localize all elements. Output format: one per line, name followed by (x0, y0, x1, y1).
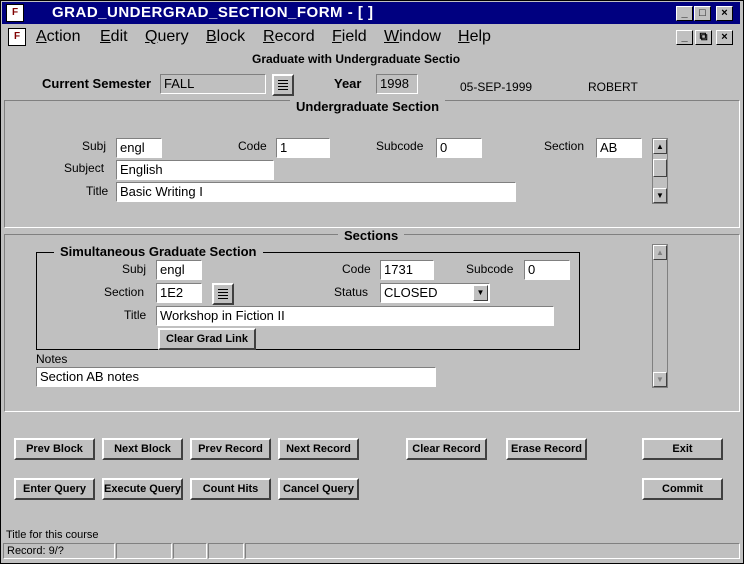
menu-edit[interactable]: Edit (100, 28, 128, 46)
current-semester-field[interactable]: FALL (160, 74, 266, 94)
current-semester-label: Current Semester (42, 76, 152, 91)
doc-close-button[interactable]: × (716, 30, 733, 45)
ug-subcode-label: Subcode (376, 139, 424, 153)
section-list-button[interactable] (212, 283, 234, 305)
scroll-up-arrow-icon[interactable]: ▲ (653, 245, 667, 260)
gr-subj-label: Subj (122, 262, 147, 276)
exit-button[interactable]: Exit (642, 438, 723, 460)
status-cell-4 (208, 543, 244, 559)
execute-query-button[interactable]: Execute Query (102, 478, 183, 500)
semester-list-button[interactable] (272, 74, 294, 96)
doc-restore-button[interactable]: ⧉ (695, 30, 712, 45)
scroll-down-arrow-icon[interactable]: ▼ (653, 372, 667, 387)
menu-query[interactable]: Query (145, 28, 189, 46)
ug-subject-label: Subject (64, 161, 105, 175)
status-cell-5 (245, 543, 740, 559)
scroll-thumb[interactable] (653, 159, 667, 177)
cancel-query-button[interactable]: Cancel Query (278, 478, 359, 500)
commit-button[interactable]: Commit (642, 478, 723, 500)
next-block-button[interactable]: Next Block (102, 438, 183, 460)
gr-title-label: Title (124, 308, 147, 322)
ug-subj-label: Subj (82, 139, 107, 153)
gr-section-label: Section (104, 285, 145, 299)
next-record-button[interactable]: Next Record (278, 438, 359, 460)
menu-record[interactable]: Record (263, 28, 315, 46)
status-record: Record: 9/? (3, 543, 115, 559)
status-cell-3 (173, 543, 207, 559)
sections-scrollbar[interactable]: ▲ ▼ (652, 244, 668, 388)
menu-field[interactable]: Field (332, 28, 367, 46)
clear-record-button[interactable]: Clear Record (406, 438, 487, 460)
menu-block[interactable]: Block (206, 28, 245, 46)
gr-subcode-label: Subcode (466, 262, 514, 276)
ug-title-field[interactable]: Basic Writing I (116, 182, 516, 202)
title-bar: F GRAD_UNDERGRAD_SECTION_FORM - [ ] _ □ … (2, 2, 740, 24)
gr-code-label: Code (342, 262, 371, 276)
gr-section-field[interactable]: 1E2 (156, 283, 202, 303)
gr-title-field[interactable]: Workshop in Fiction II (156, 306, 554, 326)
ug-subj-field[interactable]: engl (116, 138, 162, 158)
ug-code-label: Code (238, 139, 267, 153)
chevron-down-icon[interactable]: ▼ (473, 285, 488, 301)
prev-block-button[interactable]: Prev Block (14, 438, 95, 460)
notes-label: Notes (36, 352, 68, 366)
clear-grad-link-button[interactable]: Clear Grad Link (158, 328, 256, 350)
minimize-button[interactable]: _ (676, 6, 693, 21)
status-cell-2 (116, 543, 172, 559)
prev-record-button[interactable]: Prev Record (190, 438, 271, 460)
enter-query-button[interactable]: Enter Query (14, 478, 95, 500)
menu-window[interactable]: Window (384, 28, 441, 46)
year-field[interactable]: 1998 (376, 74, 418, 94)
doc-minimize-button[interactable]: _ (676, 30, 693, 45)
gr-subcode-field[interactable]: 0 (524, 260, 570, 280)
undergrad-record-scrollbar[interactable]: ▲ ▼ (652, 138, 668, 204)
undergraduate-section-panel (4, 100, 740, 228)
gr-code-field[interactable]: 1731 (380, 260, 434, 280)
ug-section-label: Section (544, 139, 585, 153)
gr-subj-field[interactable]: engl (156, 260, 202, 280)
current-user: ROBERT (588, 80, 638, 94)
year-label: Year (334, 76, 362, 91)
menu-bar: F Action Edit Query Block Record Field W… (2, 26, 740, 48)
sections-header: Sections (338, 228, 405, 243)
ug-section-field[interactable]: AB (596, 138, 642, 158)
undergraduate-section-header: Undergraduate Section (290, 99, 446, 114)
status-hint: Title for this course (6, 529, 99, 541)
gr-status-label: Status (334, 285, 369, 299)
scroll-up-arrow-icon[interactable]: ▲ (653, 139, 667, 154)
oracle-forms-icon[interactable]: F (6, 4, 24, 22)
erase-record-button[interactable]: Erase Record (506, 438, 587, 460)
scroll-down-arrow-icon[interactable]: ▼ (653, 188, 667, 203)
count-hits-button[interactable]: Count Hits (190, 478, 271, 500)
menu-help[interactable]: Help (458, 28, 491, 46)
ug-subcode-field[interactable]: 0 (436, 138, 482, 158)
ug-title-label: Title (86, 184, 109, 198)
notes-field[interactable]: Section AB notes (36, 367, 436, 387)
document-icon[interactable]: F (8, 28, 26, 46)
form-heading: Graduate with Undergraduate Sectio (252, 52, 461, 66)
ug-subject-field[interactable]: English (116, 160, 274, 180)
graduate-section-header: Simultaneous Graduate Section (54, 244, 263, 259)
window-title: GRAD_UNDERGRAD_SECTION_FORM - [ ] (52, 4, 374, 21)
gr-status-value: CLOSED (384, 285, 438, 300)
menu-action[interactable]: Action (36, 28, 80, 46)
ug-code-field[interactable]: 1 (276, 138, 330, 158)
close-button[interactable]: × (716, 6, 733, 21)
gr-status-select[interactable]: CLOSED ▼ (380, 283, 490, 303)
maximize-button[interactable]: □ (694, 6, 711, 21)
current-date: 05-SEP-1999 (460, 80, 533, 94)
